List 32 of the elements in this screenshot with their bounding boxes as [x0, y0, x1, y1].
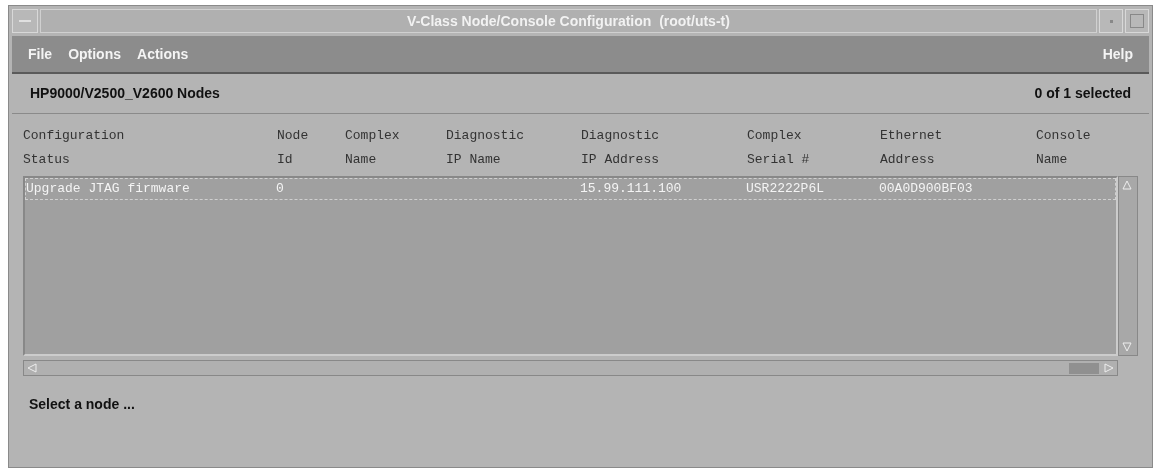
column-header: Complex Name — [345, 127, 400, 169]
column-header: Console Name — [1036, 127, 1091, 169]
window-title: V-Class Node/Console Configuration (root/uts-t) — [407, 11, 730, 31]
column-header: Complex Serial # — [747, 127, 810, 169]
table-cell: 0 — [276, 181, 284, 197]
status-message: Select a node ... — [29, 396, 135, 412]
selection-count: 0 of 1 selected — [1034, 84, 1131, 103]
window-menu-button[interactable] — [12, 9, 38, 33]
scroll-up-icon[interactable] — [1121, 179, 1133, 191]
menu-item[interactable]: Actions — [137, 43, 189, 65]
table-cell: Upgrade JTAG firmware — [26, 181, 190, 197]
menu-item[interactable]: Help — [1102, 43, 1133, 65]
scroll-down-icon[interactable] — [1121, 341, 1133, 353]
table-cell: 15.99.111.100 — [580, 181, 682, 197]
vertical-scrollbar[interactable] — [1118, 176, 1138, 356]
scroll-thumb[interactable] — [1069, 362, 1099, 374]
scroll-right-icon[interactable] — [1103, 362, 1115, 374]
table-cell: 00A0D900BF03 — [879, 181, 973, 197]
menu-item[interactable]: Options — [68, 43, 121, 65]
scroll-left-icon[interactable] — [26, 362, 38, 374]
column-header: Diagnostic IP Name — [446, 127, 524, 169]
column-header: Configuration Status — [23, 127, 125, 169]
column-header: Diagnostic IP Address — [581, 127, 659, 169]
table-row[interactable]: Upgrade JTAG firmware 0 15.99.111.100 USR2222P6L 00A0D900BF03 — [25, 178, 1116, 200]
table-cell: USR2222P6L — [746, 181, 824, 197]
column-header: Node Id — [277, 127, 309, 169]
column-header: Ethernet Address — [880, 127, 943, 169]
menu-item[interactable]: File — [28, 43, 53, 65]
maximize-button[interactable] — [1125, 9, 1149, 33]
panel-title: HP9000/V2500_V2600 Nodes — [30, 84, 220, 103]
minimize-button[interactable] — [1099, 9, 1123, 33]
horizontal-scrollbar[interactable] — [23, 360, 1118, 376]
